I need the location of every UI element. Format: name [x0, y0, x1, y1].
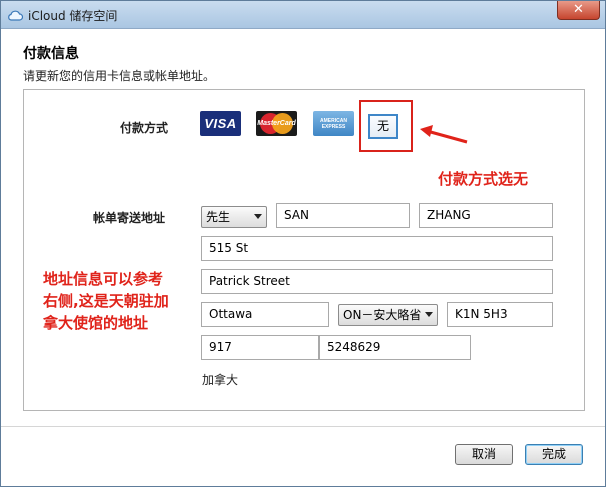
billing-address-label: 帐单寄送地址: [93, 211, 166, 225]
close-button[interactable]: ✕: [557, 1, 600, 20]
mastercard-card-option[interactable]: MasterCard: [256, 111, 297, 136]
visa-card-option[interactable]: VISA: [200, 111, 241, 136]
title-bar: iCloud 储存空间 ✕: [1, 1, 605, 29]
footer-divider: [1, 426, 605, 427]
first-name-field[interactable]: SAN: [276, 203, 410, 228]
street-line1-field[interactable]: 515 St: [201, 236, 553, 261]
arrow-left-icon: [420, 125, 468, 144]
page-subtitle: 请更新您的信用卡信息或帐单地址。: [23, 69, 216, 83]
amex-card-option[interactable]: AMERICAN EXPRESS: [313, 111, 354, 136]
phone-field[interactable]: 5248629: [319, 335, 471, 360]
chevron-down-icon: [254, 214, 262, 219]
address-annotation-line2: 右侧,这是天朝驻加: [43, 292, 169, 310]
cancel-button[interactable]: 取消: [455, 444, 513, 465]
city-field[interactable]: Ottawa: [201, 302, 329, 327]
window-title: iCloud 储存空间: [28, 9, 118, 23]
salutation-value: 先生: [206, 210, 231, 224]
address-annotation-line1: 地址信息可以参考: [43, 270, 164, 288]
address-annotation: 地址信息可以参考 右侧,这是天朝驻加 拿大使馆的地址: [43, 268, 193, 334]
province-select[interactable]: ON－安大略省: [338, 304, 438, 326]
icloud-storage-window: iCloud 储存空间 ✕ 付款信息 请更新您的信用卡信息或帐单地址。 付款方式…: [0, 0, 606, 487]
salutation-select[interactable]: 先生: [201, 206, 267, 228]
chevron-down-icon: [425, 312, 433, 317]
payment-annotation: 付款方式选无: [438, 170, 529, 188]
address-annotation-line3: 拿大使馆的地址: [43, 314, 149, 332]
amex-logo-line2: EXPRESS: [321, 123, 346, 130]
none-payment-option[interactable]: 无: [368, 114, 398, 139]
street-line2-field[interactable]: Patrick Street: [201, 269, 553, 294]
mastercard-logo-text: MasterCard: [257, 120, 296, 127]
done-button[interactable]: 完成: [525, 444, 583, 465]
visa-logo-text: VISA: [204, 116, 237, 131]
page-title: 付款信息: [23, 46, 79, 62]
province-value: ON－安大略省: [343, 308, 422, 322]
payment-method-label: 付款方式: [120, 121, 169, 135]
postal-code-field[interactable]: K1N 5H3: [447, 302, 553, 327]
area-code-field[interactable]: 917: [201, 335, 319, 360]
icloud-icon: [8, 10, 23, 21]
country-text: 加拿大: [202, 373, 239, 387]
last-name-field[interactable]: ZHANG: [419, 203, 553, 228]
